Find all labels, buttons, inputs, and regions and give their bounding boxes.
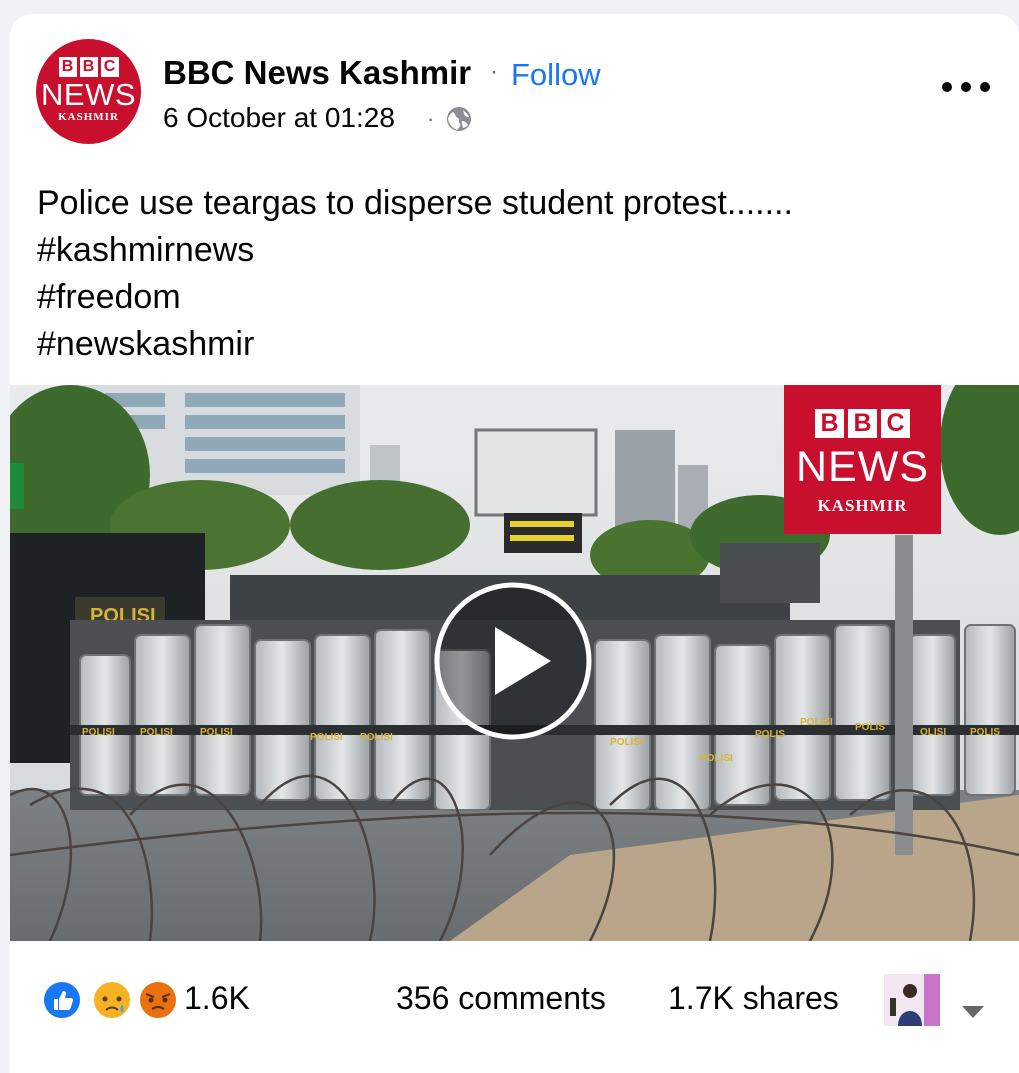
bbc-letter: C	[881, 409, 910, 438]
bbc-letter: B	[58, 56, 77, 77]
svg-text:POLISI: POLISI	[360, 732, 393, 743]
svg-text:OLISI: OLISI	[920, 727, 946, 738]
badge-region-text: KASHMIR	[817, 496, 908, 515]
post-caption: Police use teargas to disperse student p…	[37, 184, 793, 222]
svg-text:POLISI: POLISI	[610, 737, 643, 748]
post-timestamp[interactable]: 6 October at 01:28	[163, 102, 395, 134]
dot	[942, 82, 952, 92]
page-avatar[interactable]: B B C NEWS KASHMIR	[36, 39, 141, 144]
follow-button[interactable]: Follow	[511, 57, 601, 93]
svg-text:POLISI: POLISI	[800, 717, 833, 728]
profile-avatar[interactable]	[884, 974, 940, 1026]
video-player[interactable]: POLISI POLISI POLISI POLISI POLISI POLIS…	[10, 385, 1019, 941]
bbc-news-logo: B B C NEWS KASHMIR	[784, 385, 941, 534]
globe-icon	[447, 107, 471, 131]
bbc-logo-blocks: B B C	[58, 56, 119, 77]
shares-count[interactable]: 1.7K shares	[668, 980, 839, 1017]
page-name-link[interactable]: BBC News Kashmir	[163, 54, 471, 92]
more-options-icon[interactable]	[942, 74, 990, 100]
hashtag-link[interactable]: #kashmirnews	[37, 227, 793, 274]
reaction-count[interactable]: 1.6K	[184, 980, 250, 1017]
like-icon	[42, 980, 82, 1020]
post-card: B B C NEWS KASHMIR BBC News Kashmir · Fo…	[10, 14, 1019, 1073]
svg-text:POLISI: POLISI	[700, 753, 733, 764]
dot	[980, 82, 990, 92]
separator-dot: ·	[427, 106, 435, 131]
post-text: Police use teargas to disperse student p…	[37, 180, 793, 368]
svg-text:POLISI: POLISI	[310, 732, 343, 743]
sad-icon	[92, 980, 132, 1020]
avatar-news-text: NEWS	[41, 76, 136, 112]
svg-text:POLISI: POLISI	[200, 727, 233, 738]
separator-dot: ·	[490, 58, 498, 85]
svg-text:POLISI: POLISI	[140, 727, 173, 738]
play-icon[interactable]	[433, 581, 593, 741]
dot	[961, 82, 971, 92]
hashtag-link[interactable]: #newskashmir	[37, 321, 793, 368]
comments-count[interactable]: 356 comments	[396, 980, 606, 1017]
svg-text:POLISI: POLISI	[82, 727, 115, 738]
bbc-letter: B	[815, 409, 844, 438]
svg-text:POLIS: POLIS	[855, 722, 885, 733]
hashtag-link[interactable]: #freedom	[37, 274, 793, 321]
angry-icon	[138, 980, 178, 1020]
bbc-letter: B	[79, 56, 98, 77]
bbc-letter: B	[848, 409, 877, 438]
avatar-region-text: KASHMIR	[58, 110, 119, 123]
badge-news-text: NEWS	[796, 443, 929, 491]
chevron-down-icon[interactable]	[960, 1004, 986, 1020]
bbc-logo-blocks: B B C	[815, 409, 910, 438]
bbc-letter: C	[100, 56, 119, 77]
svg-text:POLIS: POLIS	[970, 727, 1000, 738]
svg-text:POLIS: POLIS	[755, 729, 785, 740]
reaction-icons[interactable]	[40, 980, 180, 1020]
